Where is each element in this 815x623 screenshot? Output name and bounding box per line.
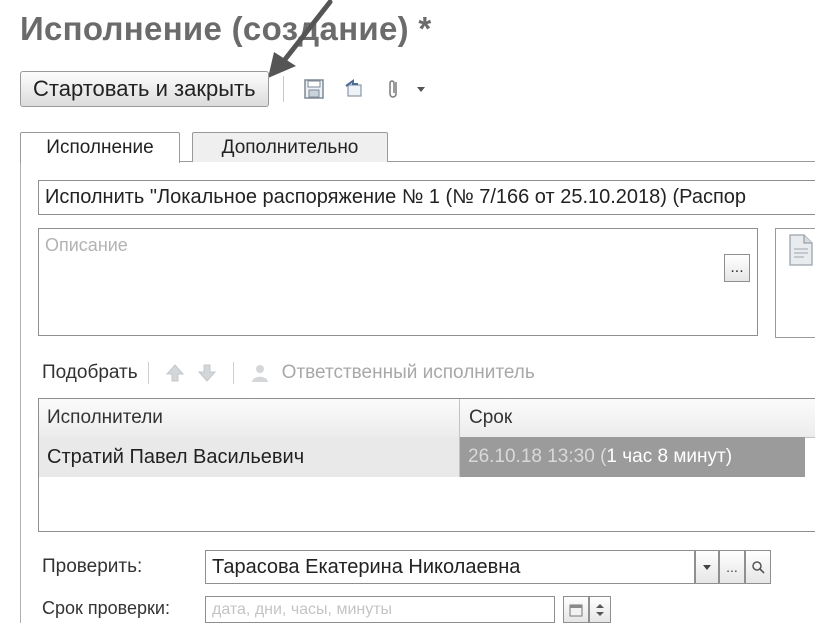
responsible-executor-button[interactable]: Ответственный исполнитель	[282, 362, 535, 384]
search-icon	[752, 561, 765, 574]
executors-toolbar: Подобрать Ответственный исполнитель	[42, 358, 535, 388]
checker-dropdown-button[interactable]	[695, 550, 719, 584]
deadline-spinner[interactable]	[589, 596, 611, 623]
check-deadline-label: Срок проверки:	[42, 598, 170, 618]
tab-bar: Исполнение Дополнительно	[20, 132, 815, 163]
checker-search-button[interactable]	[745, 550, 771, 584]
table-header: Исполнители Срок	[39, 399, 815, 438]
subject-input[interactable]: Исполнить "Локальное распоряжение № 1 (№…	[38, 180, 815, 215]
toolbar: Стартовать и закрыть	[20, 70, 435, 108]
tab-execution[interactable]: Исполнение	[20, 132, 180, 163]
chevron-down-icon	[703, 565, 711, 570]
calendar-button[interactable]	[563, 596, 589, 623]
reload-icon[interactable]	[341, 76, 367, 102]
execution-create-form: Исполнение (создание) * Стартовать и зак…	[0, 0, 815, 623]
description-input[interactable]: Описание	[38, 228, 758, 336]
content-frame	[20, 161, 21, 623]
paperclip-icon[interactable]	[381, 76, 407, 102]
checker-select-button[interactable]: ...	[719, 550, 745, 584]
start-and-close-button[interactable]: Стартовать и закрыть	[20, 71, 269, 107]
chevron-down-icon[interactable]	[414, 76, 428, 102]
column-header-executors[interactable]: Исполнители	[47, 399, 163, 437]
deadline-cell[interactable]: 26.10.18 13:30 (1 час 8 минут)	[460, 437, 805, 477]
toolbar-separator	[282, 76, 284, 102]
executor-cell[interactable]: Стратий Павел Васильевич	[39, 437, 459, 477]
pick-button[interactable]: Подобрать	[42, 362, 138, 384]
tab-additional[interactable]: Дополнительно	[192, 132, 388, 162]
description-select-button[interactable]: ...	[724, 254, 750, 282]
executors-table: Исполнители Срок Стратий Павел Васильеви…	[38, 398, 815, 532]
calendar-icon	[569, 604, 583, 616]
deadline-date: 26.10.18 13:30 (	[468, 446, 607, 467]
column-header-deadline[interactable]: Срок	[469, 399, 512, 437]
move-down-icon[interactable]	[196, 362, 218, 384]
check-label: Проверить:	[42, 556, 143, 577]
table-row[interactable]: Стратий Павел Васильевич 26.10.18 13:30 …	[39, 437, 815, 477]
save-icon[interactable]	[301, 76, 327, 102]
move-up-icon[interactable]	[164, 362, 186, 384]
attachments-panel	[775, 228, 815, 338]
user-icon[interactable]	[249, 362, 271, 384]
spinner-arrows-icon	[596, 603, 604, 616]
deadline-duration: 1 час 8 минут)	[606, 446, 733, 467]
document-icon[interactable]	[786, 233, 815, 267]
check-deadline-input[interactable]: дата, дни, часы, минуты	[205, 596, 555, 623]
checker-input[interactable]: Тарасова Екатерина Николаевна	[205, 550, 695, 584]
page-title: Исполнение (создание) *	[20, 10, 432, 47]
